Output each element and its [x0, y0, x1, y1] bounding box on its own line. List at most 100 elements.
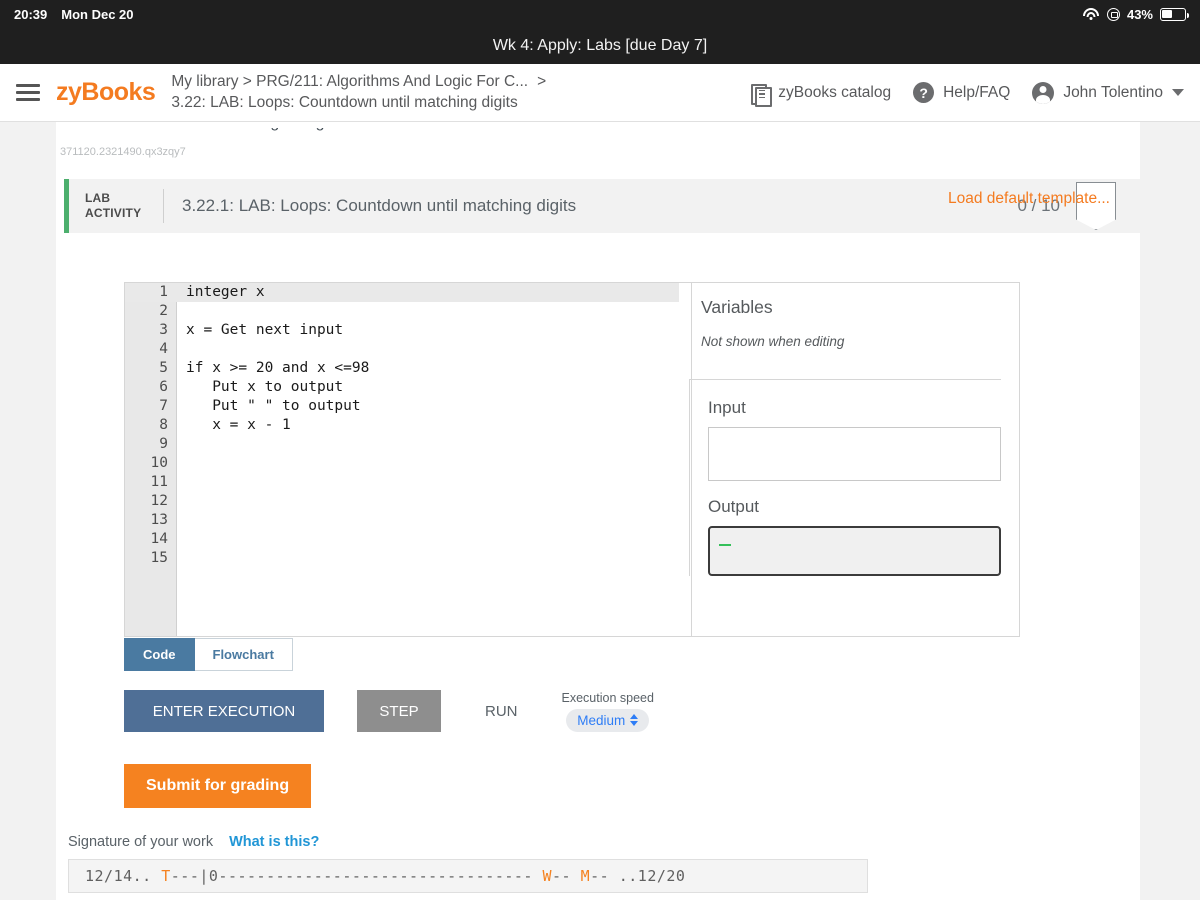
execution-speed-control: Execution speed Medium [562, 691, 654, 732]
code-line[interactable]: 8 x = x - 1 [125, 416, 679, 435]
line-text [177, 549, 186, 568]
code-pane[interactable]: 1 integer x 2 3 x = Get next input 4 5 if x >= … [125, 283, 679, 636]
what-is-this-link[interactable]: What is this? [229, 834, 319, 850]
line-number: 11 [150, 474, 168, 490]
breadcrumb-course-link[interactable]: My library > PRG/211: Algorithms And Log… [171, 72, 528, 93]
catalog-book-icon [751, 83, 773, 107]
code-lines[interactable]: 1 integer x 2 3 x = Get next input 4 5 if x >= … [125, 283, 679, 636]
line-text [177, 454, 186, 473]
code-line[interactable]: 14 [125, 530, 679, 549]
wifi-icon [1083, 7, 1100, 21]
status-time: 20:39 [14, 6, 48, 22]
question-mark-icon: ? [913, 82, 935, 103]
lab-activity-tag: LAB ACTIVITY [69, 191, 163, 221]
avatar-person-icon [1032, 81, 1055, 104]
code-line[interactable]: 13 [125, 511, 679, 530]
code-line[interactable]: 11 [125, 473, 679, 492]
line-text [177, 530, 186, 549]
line-number: 15 [150, 550, 168, 566]
line-text: x = x - 1 [186, 417, 291, 433]
lab-tag-line1: LAB [85, 191, 111, 205]
output-cursor-icon [719, 543, 731, 547]
code-line[interactable]: 5 if x >= 20 and x <=98 [125, 359, 679, 378]
sig-m-tail: -- [590, 867, 619, 885]
tab-code[interactable]: Code [124, 638, 195, 671]
code-line[interactable]: 9 [125, 435, 679, 454]
catalog-label: zyBooks catalog [778, 83, 892, 101]
code-line[interactable]: 3 x = Get next input [125, 321, 679, 340]
line-number: 2 [159, 303, 168, 319]
signature-box: 12/14.. T ---|0--------------------------… [68, 859, 868, 893]
breadcrumb: My library > PRG/211: Algorithms And Log… [171, 72, 546, 114]
zybooks-catalog-link[interactable]: zyBooks catalog [751, 83, 892, 107]
sig-w-tail: -- [552, 867, 581, 885]
sig-suffix: ..12/20 [618, 867, 686, 885]
output-field[interactable] [708, 526, 1001, 576]
line-number: 7 [159, 398, 168, 414]
code-line[interactable]: 1 integer x [125, 283, 679, 302]
sig-mark-t: T [161, 867, 171, 885]
load-default-template-link[interactable]: Load default template... [948, 190, 1110, 208]
variables-note: Not shown when editing [701, 334, 845, 349]
line-number: 12 [150, 493, 168, 509]
user-name: John Tolentino [1063, 83, 1163, 101]
execution-speed-value: Medium [577, 712, 626, 728]
hamburger-menu-icon[interactable] [16, 84, 40, 101]
line-text [177, 302, 186, 321]
page-title: Wk 4: Apply: Labs [due Day 7] [492, 37, 708, 54]
input-label: Input [708, 398, 746, 417]
status-date: Mon Dec 20 [61, 6, 134, 22]
line-text: integer x [186, 284, 265, 300]
window-title-bar: Wk 4: Apply: Labs [due Day 7] [0, 28, 1200, 64]
line-text: Put " " to output [186, 398, 361, 414]
line-text: Put x to output [186, 379, 344, 395]
zybooks-logo[interactable]: zyBooks [56, 78, 156, 107]
chevron-down-icon [1172, 89, 1184, 96]
input-field[interactable] [708, 427, 1001, 481]
line-number: 8 [159, 417, 168, 433]
battery-percent: 43% [1126, 6, 1153, 22]
line-number: 1 [159, 284, 168, 300]
user-account-menu[interactable]: John Tolentino [1032, 81, 1184, 104]
lab-tag-line2: ACTIVITY [85, 206, 142, 220]
help-faq-link[interactable]: ? Help/FAQ [913, 82, 1010, 103]
enter-execution-button[interactable]: ENTER EXECUTION [124, 690, 324, 732]
variables-title: Variables [701, 297, 773, 317]
rotation-lock-icon [1106, 7, 1120, 21]
line-number: 13 [150, 512, 168, 528]
line-number: 10 [150, 455, 168, 471]
editor-vertical-divider [691, 283, 692, 636]
output-label: Output [708, 497, 760, 516]
device-status-bar: 20:39 Mon Dec 20 43% [0, 0, 1200, 28]
line-number: 9 [159, 436, 168, 452]
top-navigation-bar: zyBooks My library > PRG/211: Algorithms… [0, 64, 1200, 122]
execution-speed-select[interactable]: Medium [566, 708, 650, 732]
code-line[interactable]: 2 [125, 302, 679, 321]
code-line[interactable]: 7 Put " " to output [125, 397, 679, 416]
code-line[interactable]: 4 [125, 340, 679, 359]
code-line[interactable]: 12 [125, 492, 679, 511]
line-text [177, 435, 186, 454]
execution-speed-label: Execution speed [561, 690, 654, 705]
line-text [177, 492, 186, 511]
content-card: would be cumbersome for large ranges. 37… [56, 122, 1142, 900]
editor-view-tabs: Code Flowchart [124, 638, 293, 671]
code-line[interactable]: 15 [125, 549, 679, 568]
line-number: 6 [159, 379, 168, 395]
tab-flowchart[interactable]: Flowchart [194, 638, 293, 671]
code-line[interactable]: 6 Put x to output [125, 378, 679, 397]
sig-prefix: 12/14.. [85, 867, 162, 885]
submit-for-grading-button[interactable]: Submit for grading [124, 764, 312, 808]
code-line[interactable]: 10 [125, 454, 679, 473]
line-number: 4 [159, 341, 168, 357]
line-text [177, 473, 186, 492]
signature-row: Signature of your work What is this? [68, 834, 319, 850]
step-button[interactable]: STEP [357, 690, 441, 732]
line-number: 14 [150, 531, 168, 547]
sig-mark-m: M [580, 867, 591, 885]
code-editor-container: 1 integer x 2 3 x = Get next input 4 5 if x >= … [124, 282, 1020, 637]
activity-id-label: 371120.2321490.qx3zqy7 [60, 146, 186, 158]
run-button[interactable]: RUN [485, 703, 518, 720]
help-label: Help/FAQ [943, 83, 1011, 101]
page-background: would be cumbersome for large ranges. 37… [0, 122, 1200, 900]
